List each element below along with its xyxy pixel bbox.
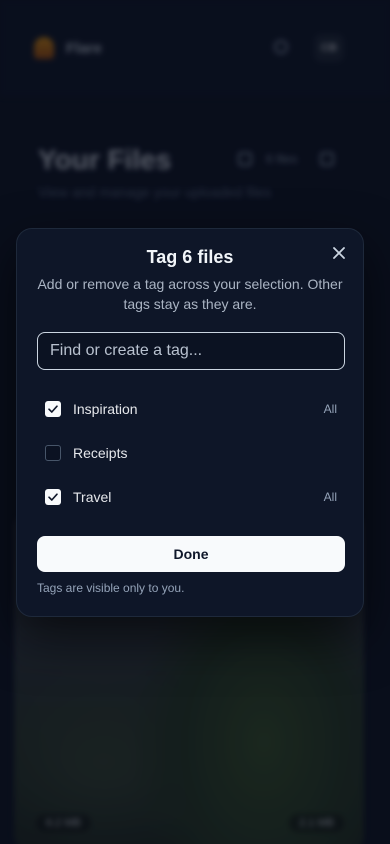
tag-label: Inspiration bbox=[73, 401, 138, 417]
tag-checkbox[interactable] bbox=[45, 401, 61, 417]
done-button[interactable]: Done bbox=[37, 536, 345, 572]
close-button[interactable] bbox=[329, 243, 349, 263]
tag-search-input[interactable] bbox=[37, 332, 345, 370]
tag-row-receipts[interactable]: Receipts bbox=[37, 435, 345, 471]
tag-label: Receipts bbox=[73, 445, 128, 461]
checkmark-icon bbox=[48, 405, 58, 413]
privacy-footnote: Tags are visible only to you. bbox=[37, 581, 185, 595]
tag-label: Travel bbox=[73, 489, 112, 505]
close-icon bbox=[333, 247, 345, 259]
tag-row-travel[interactable]: Travel All bbox=[37, 479, 345, 515]
tag-scope-badge: All bbox=[323, 490, 337, 504]
tag-files-dialog: Tag 6 files Add or remove a tag across y… bbox=[16, 228, 364, 617]
tag-checkbox[interactable] bbox=[45, 489, 61, 505]
checkmark-icon bbox=[48, 493, 58, 501]
tag-checkbox[interactable] bbox=[45, 445, 61, 461]
tag-scope-badge: All bbox=[323, 402, 337, 416]
dialog-title: Tag 6 files bbox=[146, 247, 234, 267]
tag-row-inspiration[interactable]: Inspiration All bbox=[37, 391, 345, 427]
dialog-description: Add or remove a tag across your selectio… bbox=[37, 276, 343, 312]
